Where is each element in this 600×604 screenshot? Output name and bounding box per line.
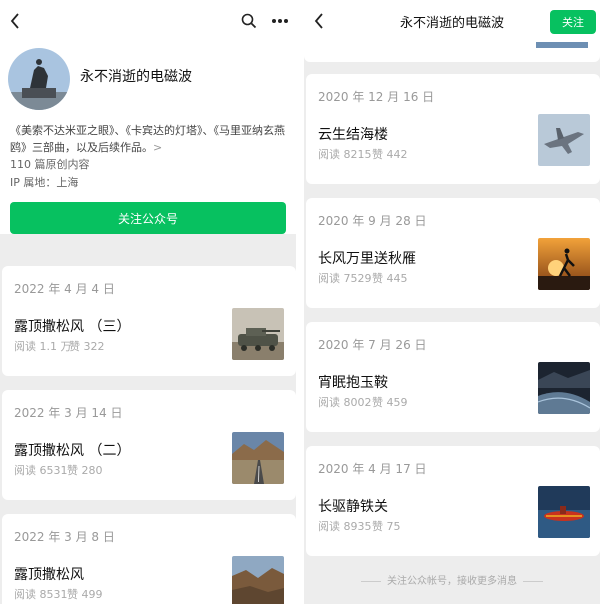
article-card[interactable]: 2020 年 7 月 26 日 宵眠抱玉鞍 阅读 8002 赞 459: [306, 322, 600, 432]
more-icon[interactable]: [269, 10, 291, 32]
article-list: 2022 年 4 月 4 日 露顶撒松风 （三） 阅读 1.1 万 赞 322 …: [0, 234, 296, 604]
article-card[interactable]: 2022 年 3 月 14 日 露顶撒松风 （二） 阅读 6531 赞 280: [2, 390, 296, 500]
article-thumbnail: [232, 556, 284, 604]
article-title: 宵眠抱玉鞍: [318, 375, 388, 391]
article-thumbnail: [538, 238, 590, 290]
profile-page: 永不消逝的电磁波 《美索不达米亚之眼》、《卡宾达的灯塔》、《马里亚纳玄燕鸥》三部…: [0, 0, 296, 604]
article-thumbnail: [232, 432, 284, 484]
article-likes: 赞 280: [67, 464, 103, 477]
article-reads: 阅读 8935: [318, 520, 372, 533]
article-thumbnail: [536, 42, 588, 48]
back-arrow-icon[interactable]: [6, 10, 24, 32]
article-likes: 赞 459: [372, 396, 408, 409]
article-card[interactable]: 2020 年 12 月 16 日 云生结海楼 阅读 8215 赞 442: [306, 74, 600, 184]
article-date: 2022 年 3 月 8 日: [14, 530, 115, 544]
article-reads: 阅读 1.1 万: [14, 340, 72, 353]
chevron-right-icon: >: [153, 141, 163, 154]
article-title: 长驱静铁关: [318, 499, 388, 515]
article-card-partial[interactable]: [304, 42, 600, 62]
article-date: 2020 年 9 月 28 日: [318, 214, 427, 228]
article-title: 露顶撒松风 （三）: [14, 319, 131, 335]
article-card[interactable]: 2020 年 9 月 28 日 长风万里送秋雁 阅读 7529 赞 445: [306, 198, 600, 308]
article-date: 2020 年 7 月 26 日: [318, 338, 427, 352]
article-likes: 赞 75: [372, 520, 401, 533]
article-card[interactable]: 2020 年 4 月 17 日 长驱静铁关 阅读 8935 赞 75: [306, 446, 600, 556]
divider-line: [361, 580, 381, 582]
article-thumbnail: [232, 308, 284, 360]
top-bar: 永不消逝的电磁波 关注: [304, 0, 600, 42]
article-likes: 赞 322: [69, 340, 105, 353]
original-count[interactable]: 110 篇原创内容: [10, 156, 90, 172]
article-title: 露顶撒松风: [14, 567, 84, 583]
article-thumbnail: [538, 114, 590, 166]
article-reads: 阅读 7529: [318, 272, 372, 285]
article-likes: 赞 445: [372, 272, 408, 285]
search-icon[interactable]: [238, 10, 260, 32]
article-likes: 赞 499: [67, 588, 103, 601]
follow-account-button[interactable]: 关注公众号: [10, 202, 286, 234]
article-likes: 赞 442: [372, 148, 408, 161]
article-thumbnail: [538, 362, 590, 414]
divider-line: [523, 580, 543, 582]
intro-text: 《美索不达米亚之眼》、《卡宾达的灯塔》、《马里亚纳玄燕鸥》三部曲，以及后续作品。: [10, 124, 285, 154]
article-date: 2022 年 4 月 4 日: [14, 282, 115, 296]
follow-prompt-footer: 关注公众帐号，接收更多消息: [304, 572, 600, 587]
article-title: 长风万里送秋雁: [318, 251, 416, 267]
article-reads: 阅读 8002: [318, 396, 372, 409]
top-bar: [0, 0, 296, 44]
ip-location: IP 属地：上海: [10, 176, 79, 189]
follow-button[interactable]: 关注: [550, 10, 596, 34]
article-thumbnail: [538, 486, 590, 538]
article-date: 2022 年 3 月 14 日: [14, 406, 123, 420]
article-card[interactable]: 2022 年 4 月 4 日 露顶撒松风 （三） 阅读 1.1 万 赞 322: [2, 266, 296, 376]
panel-divider: [296, 0, 304, 604]
article-reads: 阅读 8215: [318, 148, 372, 161]
article-reads: 阅读 8531: [14, 588, 68, 601]
avatar[interactable]: [8, 48, 70, 110]
article-title: 云生结海楼: [318, 127, 388, 143]
footer-text: 关注公众帐号，接收更多消息: [387, 576, 517, 587]
article-date: 2020 年 4 月 17 日: [318, 462, 427, 476]
profile-page-scrolled: 永不消逝的电磁波 关注 2020 年 12 月 16 日 云生结海楼 阅读 82…: [304, 0, 600, 604]
account-name: 永不消逝的电磁波: [80, 69, 192, 85]
article-reads: 阅读 6531: [14, 464, 68, 477]
article-card[interactable]: 2022 年 3 月 8 日 露顶撒松风 阅读 8531 赞 499: [2, 514, 296, 604]
account-intro[interactable]: 《美索不达米亚之眼》、《卡宾达的灯塔》、《马里亚纳玄燕鸥》三部曲，以及后续作品。…: [10, 122, 290, 156]
article-title: 露顶撒松风 （二）: [14, 443, 131, 459]
article-date: 2020 年 12 月 16 日: [318, 90, 435, 104]
